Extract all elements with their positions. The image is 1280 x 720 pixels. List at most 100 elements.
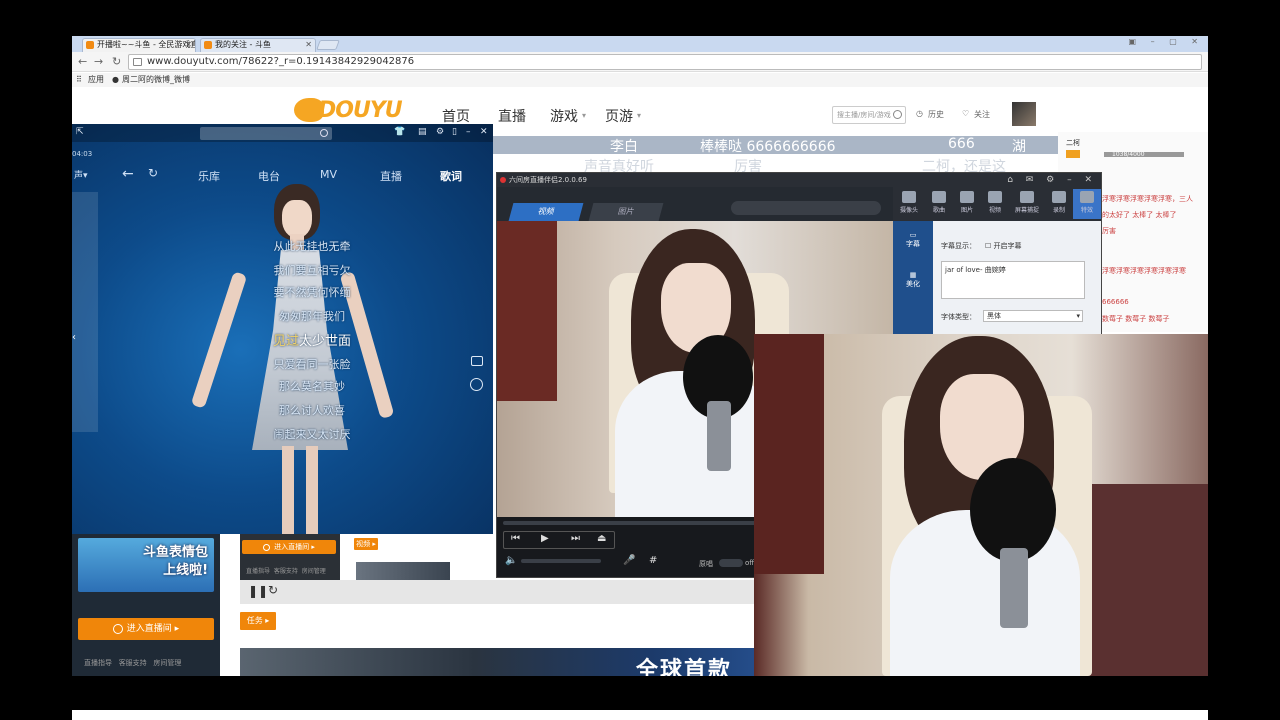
task-label: 任务 — [246, 616, 263, 625]
microphone-icon[interactable]: 🎤 — [623, 555, 635, 566]
nav-games[interactable]: 游戏 — [550, 106, 578, 126]
new-tab-button[interactable] — [316, 40, 340, 50]
magic-wand-icon — [1080, 191, 1094, 203]
tool-label: 特效 — [1080, 207, 1093, 214]
chat-line: 666666 — [1102, 298, 1129, 306]
screen-capture-button[interactable]: 屏幕捕捉 — [1009, 189, 1045, 219]
enter-room-label: 进入直播间 — [274, 543, 310, 551]
enter-room-button-small[interactable]: 进入直播间 ▸ — [242, 540, 336, 554]
subtitle-toggle[interactable]: ☐ 开启字幕 — [985, 241, 1022, 251]
image-button[interactable]: 图片 — [953, 189, 981, 219]
game-ad-banner[interactable]: 全球首款 — [240, 648, 828, 676]
pause-icon[interactable]: ❚❚ — [248, 584, 268, 598]
tab-image[interactable]: 图片 — [588, 203, 664, 221]
broadcast-search-input[interactable] — [731, 201, 881, 215]
gear-icon[interactable]: ⚙ — [436, 127, 444, 137]
tab-video[interactable]: 视频 — [508, 203, 584, 221]
close-icon[interactable]: ✕ — [480, 127, 488, 137]
nav-home[interactable]: 首页 — [442, 106, 470, 126]
side-nav-subtitle[interactable]: ▭ 字幕 — [899, 231, 927, 249]
song-button[interactable]: 歌曲 — [925, 189, 953, 219]
close-icon[interactable]: ✕ — [185, 39, 192, 51]
monitor-icon — [1020, 191, 1034, 203]
lyric-line: 那么讨人欢喜 — [279, 404, 345, 417]
tab-live[interactable]: 直播 — [380, 168, 402, 184]
desktop-lyrics-icon[interactable] — [471, 356, 483, 366]
broadcast-titlebar: 六间房直播伴侣2.0.0.69 ⌂ ✉ ⚙ – ✕ — [497, 173, 1101, 187]
browser-tab[interactable]: 我的关注 - 斗鱼 ✕ — [200, 38, 316, 52]
camera-button[interactable]: 摄像头 — [895, 189, 923, 219]
link-guide[interactable]: 直播指导 — [246, 568, 270, 575]
emoji-promo-banner[interactable]: 斗鱼表情包 上线啦! — [78, 538, 214, 592]
close-icon[interactable]: ✕ — [305, 39, 312, 51]
dropdown-icon[interactable]: 声▾ — [74, 168, 88, 181]
share-icon[interactable]: ⇱ — [76, 127, 84, 137]
video-badge[interactable]: 视频 ▸ — [354, 538, 378, 550]
record-button[interactable]: 录制 — [1045, 189, 1073, 219]
curtain — [497, 221, 557, 401]
link-room[interactable]: 房间管理 — [302, 568, 326, 575]
window-controls[interactable]: ▣ – ▢ ✕ — [1129, 37, 1204, 46]
volume-icon[interactable]: 🔈 — [505, 555, 517, 566]
original-vocal-label: 原唱 — [699, 560, 713, 568]
music-sidebar: ‹ — [72, 192, 98, 432]
apps-icon[interactable]: ⠿ — [76, 73, 82, 87]
douyu-favicon-icon — [204, 41, 212, 49]
link-guide[interactable]: 直播指导 — [84, 659, 112, 667]
task-badge[interactable]: 任务 ▸ — [240, 612, 276, 630]
browser-tab-active[interactable]: 开播啦~~斗鱼 - 全民游戏直 ✕ — [82, 38, 196, 52]
video-thumbnail[interactable] — [356, 562, 450, 580]
font-select[interactable]: 黑体 ▾ — [983, 310, 1083, 322]
back-icon[interactable]: ← — [78, 55, 87, 68]
music-search-input[interactable] — [200, 127, 332, 140]
bookmark-weibo[interactable]: 周二阿的微博_微博 — [122, 73, 190, 87]
follow-link[interactable]: 关注 — [974, 109, 990, 120]
play-icon[interactable]: ▶ — [541, 533, 549, 544]
link-support[interactable]: 客服支持 — [274, 568, 298, 575]
search-icon[interactable] — [320, 129, 328, 137]
nav-webgames[interactable]: 页游 — [605, 106, 633, 126]
skin-icon[interactable]: 👕 — [394, 127, 405, 137]
bookmark-apps[interactable]: 应用 — [88, 73, 104, 87]
link-room[interactable]: 房间管理 — [153, 659, 181, 667]
reload-icon[interactable]: ↻ — [112, 55, 121, 68]
history-link[interactable]: 历史 — [928, 109, 944, 120]
side-nav-beautify[interactable]: ▦ 美化 — [899, 271, 927, 289]
image-icon — [960, 191, 974, 203]
video-button[interactable]: 视频 — [981, 189, 1009, 219]
more-options-icon[interactable] — [470, 378, 483, 391]
browser-toolbar: ← → ↻ www.douyutv.com/78622?_r=0.1914384… — [72, 52, 1208, 72]
eject-icon[interactable]: ⏏ — [597, 533, 606, 544]
danmu-item: 666 — [948, 136, 975, 152]
prev-icon[interactable]: ⏮ — [511, 533, 520, 544]
subtitle-toggle-label: 开启字幕 — [993, 242, 1022, 250]
effects-button[interactable]: 特效 — [1073, 189, 1101, 219]
address-bar[interactable]: www.douyutv.com/78622?_r=0.1914384292904… — [128, 54, 1202, 70]
window-controls[interactable]: ⌂ ✉ ⚙ – ✕ — [1007, 173, 1097, 187]
page-icon — [133, 58, 142, 66]
lyric-line: 从此无挂也无牵 — [273, 240, 351, 253]
curtain — [754, 334, 824, 574]
vocal-toggle[interactable] — [719, 559, 743, 567]
avatar[interactable] — [1012, 102, 1036, 126]
forward-icon[interactable]: → — [94, 55, 103, 68]
refresh-icon[interactable]: ↻ — [148, 166, 158, 180]
subtitle-textarea[interactable]: jar of love- 曲婉婷 — [941, 261, 1085, 299]
volume-slider[interactable] — [521, 559, 601, 563]
next-icon[interactable]: ⏭ — [571, 533, 580, 544]
lyric-line: 闹起来又太讨厌 — [273, 428, 351, 441]
link-support[interactable]: 客服支持 — [119, 659, 147, 667]
search-icon[interactable] — [893, 110, 902, 119]
back-arrow-icon[interactable]: ← — [122, 166, 134, 182]
collapse-arrow-icon[interactable]: ‹ — [72, 332, 76, 343]
tab-lyrics[interactable]: 歌词 — [440, 168, 462, 184]
enter-room-button[interactable]: 进入直播间 ▸ — [78, 618, 214, 640]
settings-icon[interactable]: ▤ — [418, 127, 427, 137]
tune-icon[interactable]: # — [649, 555, 657, 566]
mini-mode-icon[interactable]: ▯ — [452, 127, 457, 137]
refresh-icon[interactable]: ↻ — [268, 583, 278, 597]
douyu-logo[interactable]: DOUYU — [294, 96, 403, 124]
nav-live[interactable]: 直播 — [498, 106, 526, 126]
search-input[interactable]: 搜主播/房间/游戏 — [832, 106, 906, 124]
minimize-icon[interactable]: – — [466, 127, 471, 137]
